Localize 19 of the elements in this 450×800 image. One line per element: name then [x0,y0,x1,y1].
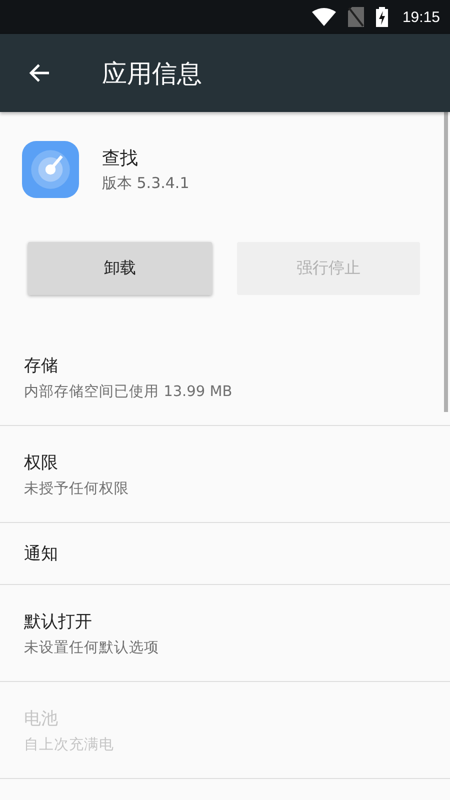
item-title: 存储 [24,354,59,376]
battery-charging-icon [376,7,388,27]
screen-title: 应用信息 [102,58,202,90]
app-name: 查找 [102,147,139,170]
wifi-icon [312,8,336,26]
settings-item[interactable]: 默认打开 未设置任何默认选项 [0,585,450,682]
uninstall-button[interactable]: 卸载 [28,242,212,295]
app-icon [22,141,79,198]
item-summary: 未授予任何权限 [24,480,130,498]
settings-item[interactable]: 权限 未授予任何权限 [0,426,450,523]
item-title: 权限 [24,452,59,474]
item-title: 通知 [24,543,59,565]
item-title: 默认打开 [24,610,93,632]
no-sim-icon [348,7,364,27]
clock-time: 19:15 [402,8,440,26]
settings-item[interactable]: 通知 [0,523,450,585]
app-version: 版本 5.3.4.1 [102,174,190,193]
item-summary: 内部存储空间已使用 13.99 MB [24,382,234,400]
item-summary: 未设置任何默认选项 [24,638,160,656]
